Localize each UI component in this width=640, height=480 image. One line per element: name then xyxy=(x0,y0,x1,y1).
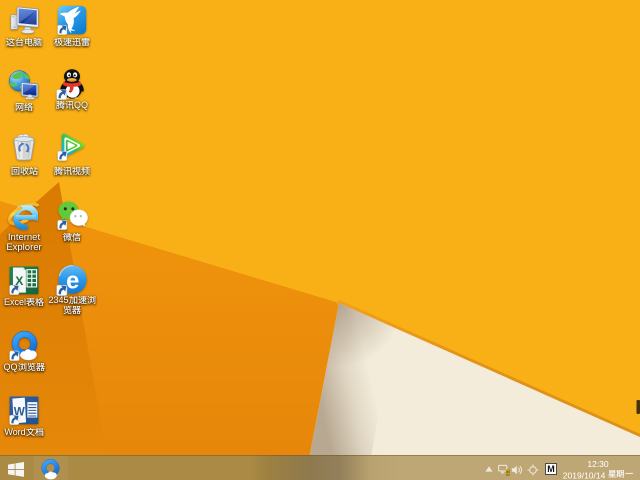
svg-text:e: e xyxy=(66,268,79,294)
